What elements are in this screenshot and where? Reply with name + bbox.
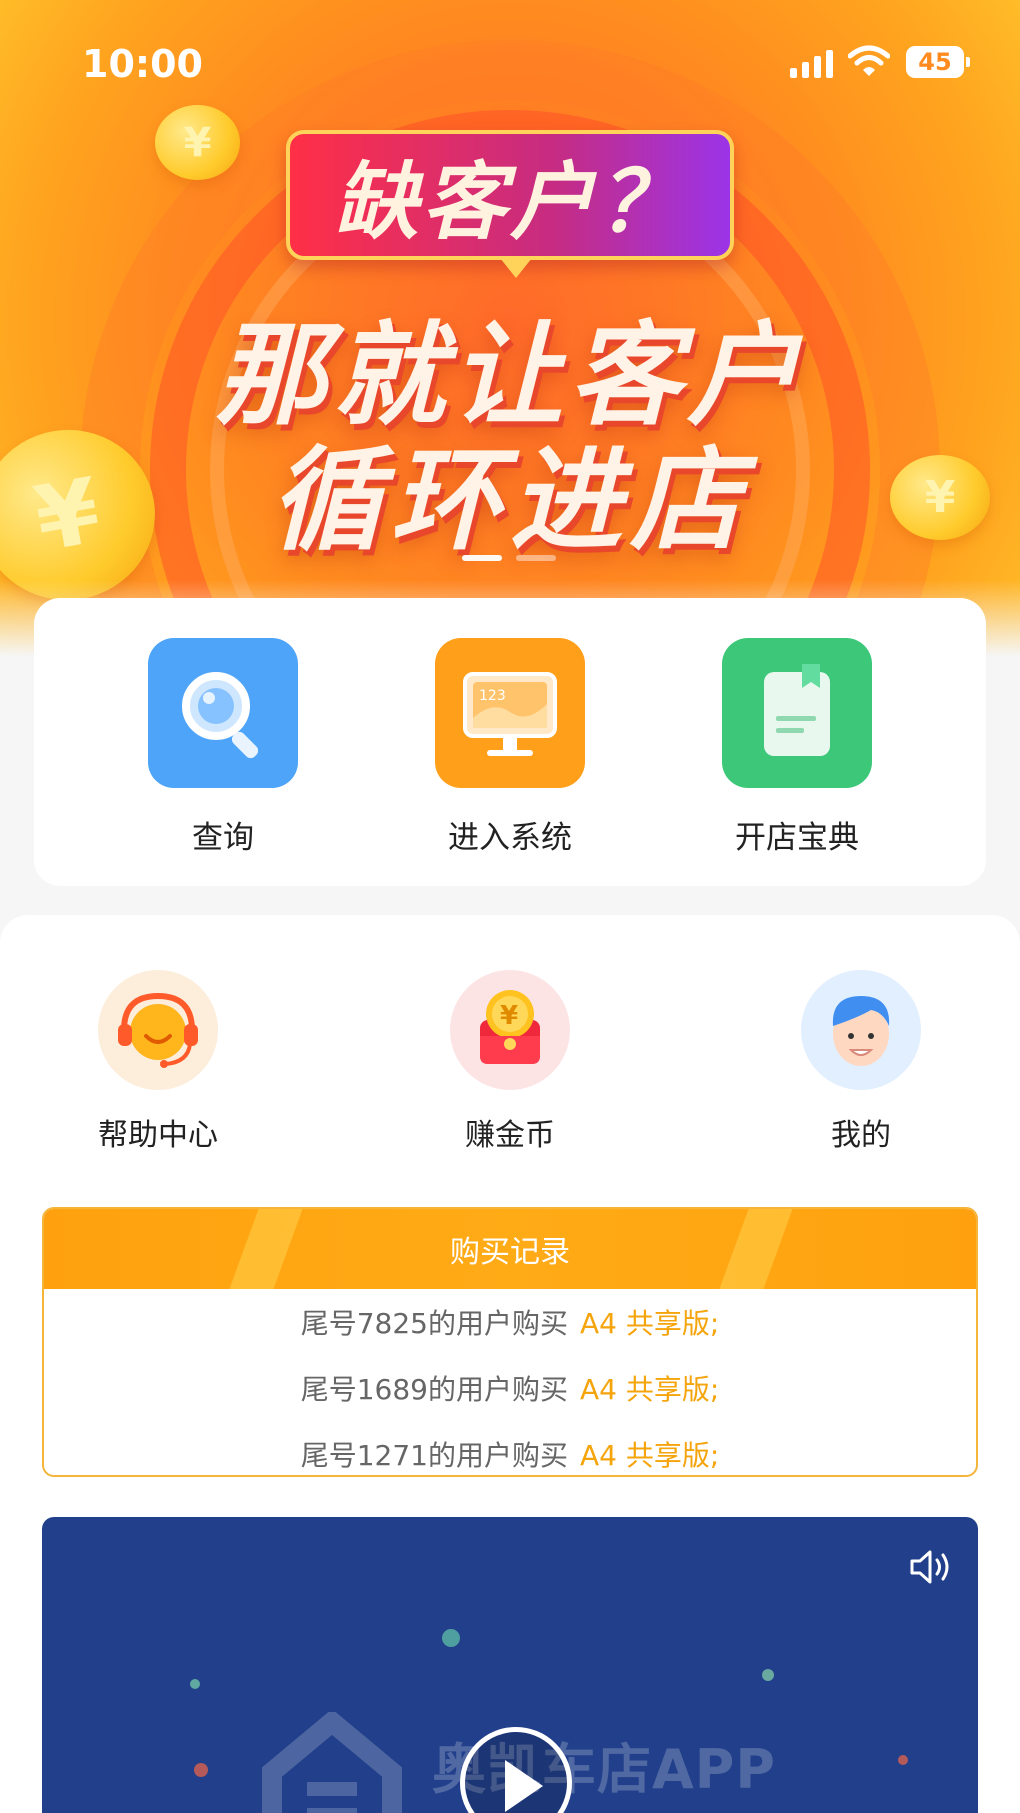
carousel-indicator[interactable] xyxy=(462,555,556,561)
house-logo-icon xyxy=(262,1712,402,1813)
record-product: A4 共享版; xyxy=(579,1373,720,1406)
menu-item-enter-system[interactable]: 123 进入系统 xyxy=(410,638,610,857)
record-text: 尾号7825的用户购买 xyxy=(300,1307,568,1340)
purchase-records-title: 购买记录 xyxy=(450,1235,570,1270)
gold-coin-wallet-icon: ¥ xyxy=(450,970,570,1090)
menu-label: 赚金币 xyxy=(465,1118,555,1153)
svg-text:¥: ¥ xyxy=(500,1001,518,1031)
menu-label: 我的 xyxy=(831,1118,891,1153)
main-menu-card: 查询 123 进入系统 开店宝典 xyxy=(34,598,986,886)
menu-item-query[interactable]: 查询 xyxy=(123,638,323,857)
carousel-dot[interactable] xyxy=(516,555,556,561)
menu-label: 进入系统 xyxy=(448,820,572,856)
record-text: 尾号1271的用户购买 xyxy=(300,1439,568,1472)
record-row: 尾号1689的用户购买 A4 共享版; xyxy=(44,1355,976,1421)
status-time: 10:00 xyxy=(82,42,203,86)
menu-item-store-guide[interactable]: 开店宝典 xyxy=(697,638,897,857)
menu-label: 帮助中心 xyxy=(98,1118,218,1153)
menu-item-earn-coins[interactable]: ¥ 赚金币 xyxy=(420,970,600,1154)
headset-support-icon xyxy=(98,970,218,1090)
magnifier-icon xyxy=(148,638,298,788)
monitor-chart-icon: 123 xyxy=(435,638,585,788)
home-screen: ¥ ¥ ¥ 缺客户？ 那就让客户 循环进店 10:00 45 查询 123 进入… xyxy=(0,0,1020,1813)
menu-label: 查询 xyxy=(192,820,254,856)
status-bar: 10:00 45 xyxy=(0,0,1020,120)
menu-item-help-center[interactable]: 帮助中心 xyxy=(68,970,248,1154)
speaker-icon[interactable] xyxy=(908,1547,954,1587)
purchase-records-header: 购买记录 xyxy=(44,1209,976,1289)
cellular-signal-icon xyxy=(790,48,833,78)
carousel-dot-active[interactable] xyxy=(462,555,502,561)
monitor-number: 123 xyxy=(479,688,506,704)
user-avatar-icon xyxy=(801,970,921,1090)
book-icon xyxy=(722,638,872,788)
menu-label: 开店宝典 xyxy=(735,820,859,856)
record-text: 尾号1689的用户购买 xyxy=(300,1373,568,1406)
banner-question: 缺客户？ xyxy=(286,130,734,278)
record-row: 尾号7825的用户购买 A4 共享版; xyxy=(44,1289,976,1355)
purchase-records-panel: 购买记录 尾号7825的用户购买 A4 共享版; 尾号1689的用户购买 A4 … xyxy=(42,1207,978,1477)
battery-indicator: 45 xyxy=(906,46,970,78)
wifi-icon xyxy=(848,45,890,76)
promo-video-player[interactable]: 奥凯车店APP xyxy=(42,1517,978,1813)
menu-item-mine[interactable]: 我的 xyxy=(771,970,951,1154)
record-row: 尾号1271的用户购买 A4 共享版; xyxy=(44,1421,976,1475)
banner-headline-line2: 循环进店 xyxy=(270,436,750,566)
record-product: A4 共享版; xyxy=(579,1439,720,1472)
record-product: A4 共享版; xyxy=(579,1307,720,1340)
